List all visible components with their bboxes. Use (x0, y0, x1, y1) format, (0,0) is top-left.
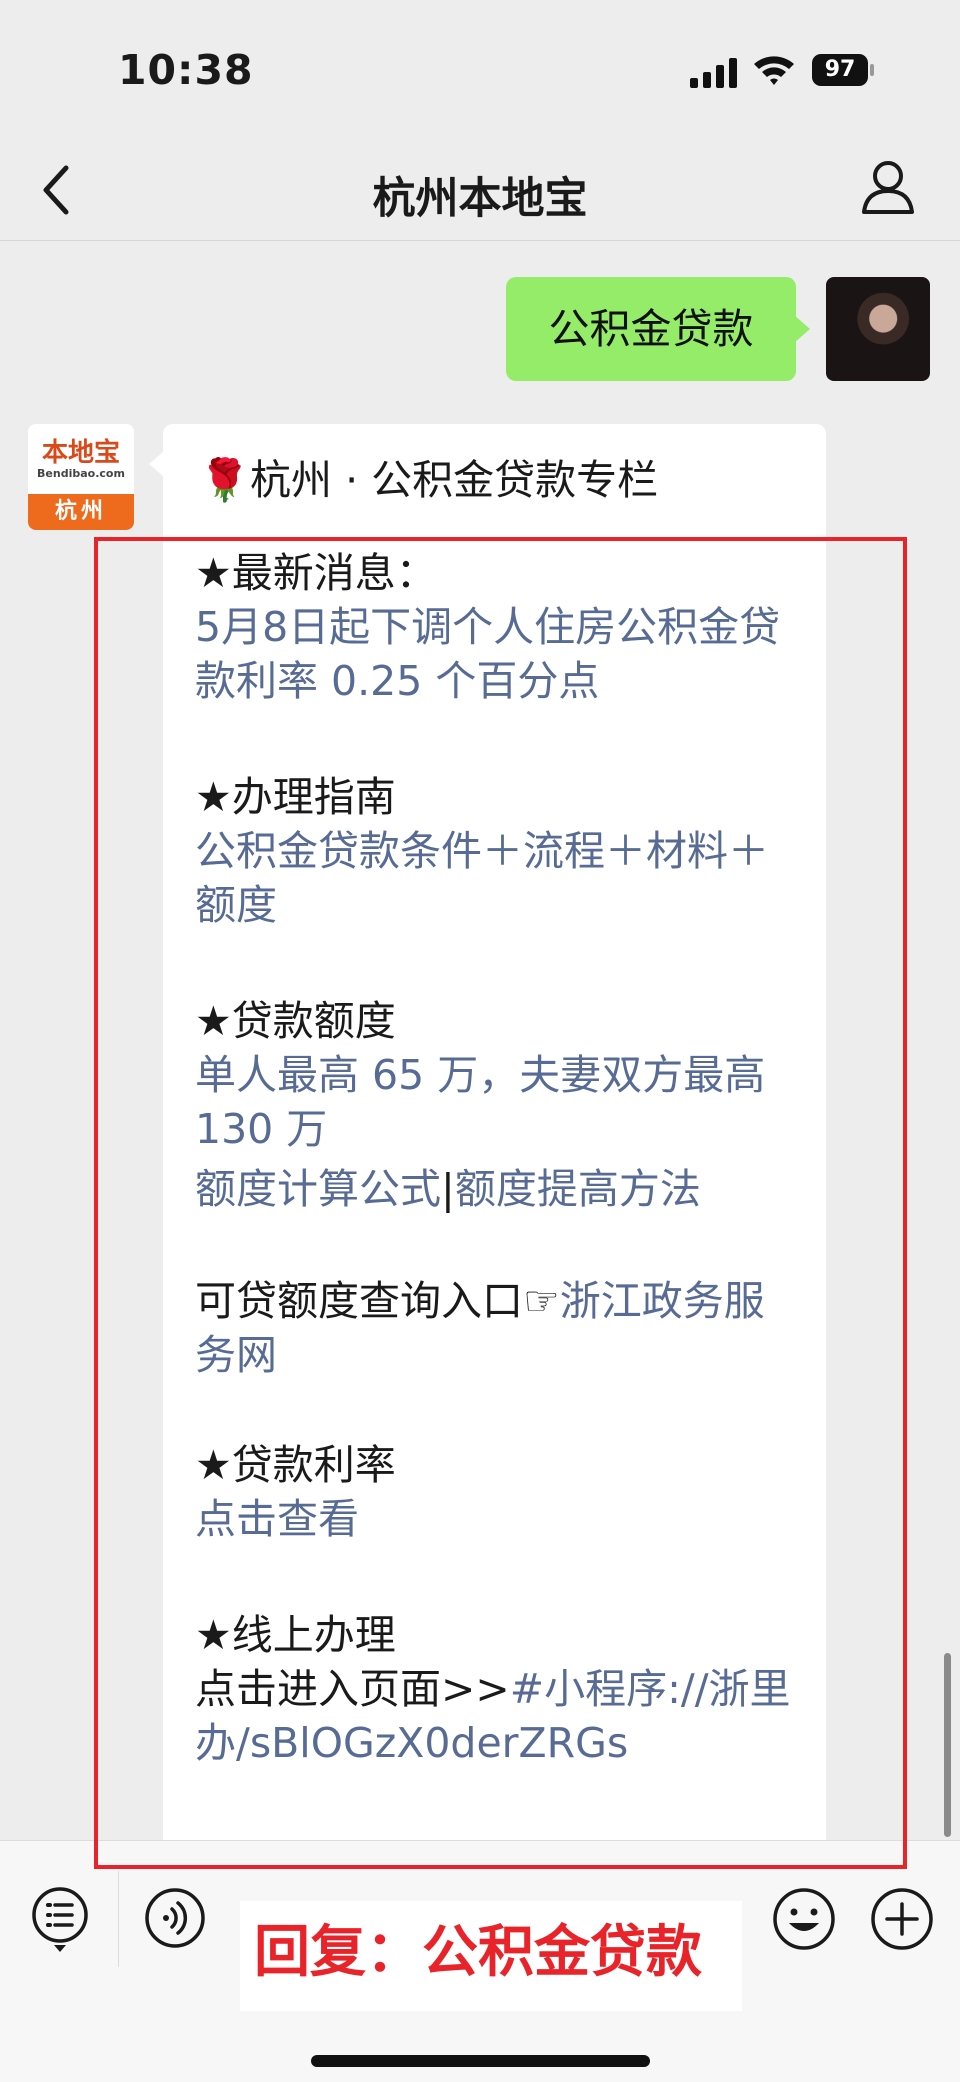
input-separator (118, 1871, 119, 1967)
battery-indicator: 97 (812, 54, 874, 86)
online-label: 点击进入页面>> (195, 1665, 510, 1713)
logo-top: 本地宝 Bendibao.com (28, 424, 134, 494)
section-loan-amount: ★贷款额度 单人最高 65 万，夫妻双方最高 130 万 (195, 994, 805, 1156)
guide-link[interactable]: 公积金贷款条件＋流程＋材料＋额度 (195, 824, 805, 932)
link-separator: | (441, 1165, 455, 1213)
wifi-icon (754, 56, 794, 85)
plus-icon[interactable] (870, 1887, 934, 1951)
my-message-bubble[interactable]: 公积金贷款 (506, 277, 810, 381)
latest-news-heading: ★最新消息： (195, 549, 437, 597)
bot-message-card[interactable]: 🌹杭州 · 公积金贷款专栏 ★最新消息： 5月8日起下调个人住房公积金贷款利率 … (149, 424, 826, 1840)
loan-amount-link[interactable]: 单人最高 65 万，夫妻双方最高 130 万 (195, 1048, 805, 1156)
amount-increase-link[interactable]: 额度提高方法 (455, 1165, 701, 1213)
online-heading: ★线上办理 (195, 1611, 396, 1659)
section-interest-rate: ★贷款利率 点击查看 (195, 1438, 805, 1546)
battery-level: 97 (824, 57, 856, 82)
chat-title: 杭州本地宝 (372, 174, 588, 224)
status-bar: 10:38 97 (0, 0, 960, 140)
section-guide: ★办理指南 公积金贷款条件＋流程＋材料＋额度 (195, 770, 805, 932)
cellular-signal-icon (690, 58, 737, 88)
logo-brand: 本地宝 (41, 438, 120, 468)
logo-url: Bendibao.com (37, 467, 125, 480)
amount-formula-link[interactable]: 额度计算公式 (195, 1165, 441, 1213)
bot-avatar[interactable]: 本地宝 Bendibao.com 杭州 (28, 424, 134, 530)
interest-rate-heading: ★贷款利率 (195, 1441, 396, 1489)
menu-list-icon[interactable] (30, 1887, 90, 1953)
latest-news-link[interactable]: 5月8日起下调个人住房公积金贷款利率 0.25 个百分点 (195, 600, 805, 708)
guide-heading: ★办理指南 (195, 773, 396, 821)
status-time: 10:38 (118, 46, 254, 94)
loan-amount-heading: ★贷款额度 (195, 997, 396, 1045)
bottom-input-bar: 回复：公积金贷款 (0, 1840, 960, 2082)
chat-area[interactable]: 公积金贷款 本地宝 Bendibao.com 杭州 🌹杭州 · 公积金贷款专栏 … (0, 241, 960, 1840)
section-latest-news: ★最新消息： 5月8日起下调个人住房公积金贷款利率 0.25 个百分点 (195, 546, 805, 708)
quota-query-label: 可贷额度查询入口☞ (195, 1277, 560, 1325)
logo-city: 杭州 (28, 494, 134, 530)
section-amount-links: 额度计算公式|额度提高方法 (195, 1162, 805, 1216)
nav-bar: 杭州本地宝 (0, 140, 960, 241)
section-quota-query: 可贷额度查询入口☞浙江政务服务网 (195, 1274, 805, 1382)
profile-icon[interactable] (858, 156, 918, 216)
voice-icon[interactable] (144, 1887, 206, 1949)
card-title: 🌹杭州 · 公积金贷款专栏 (199, 456, 659, 504)
emoji-icon[interactable] (772, 1887, 836, 1951)
section-online: ★线上办理 点击进入页面>>#小程序://浙里办/sBlOGzX0derZRGs (195, 1608, 805, 1770)
my-avatar[interactable] (826, 277, 930, 381)
interest-rate-link[interactable]: 点击查看 (195, 1492, 805, 1546)
home-indicator[interactable] (311, 2055, 650, 2067)
chat-scrollbar[interactable] (944, 1653, 951, 1837)
reply-hint: 回复：公积金贷款 (254, 1920, 702, 1985)
